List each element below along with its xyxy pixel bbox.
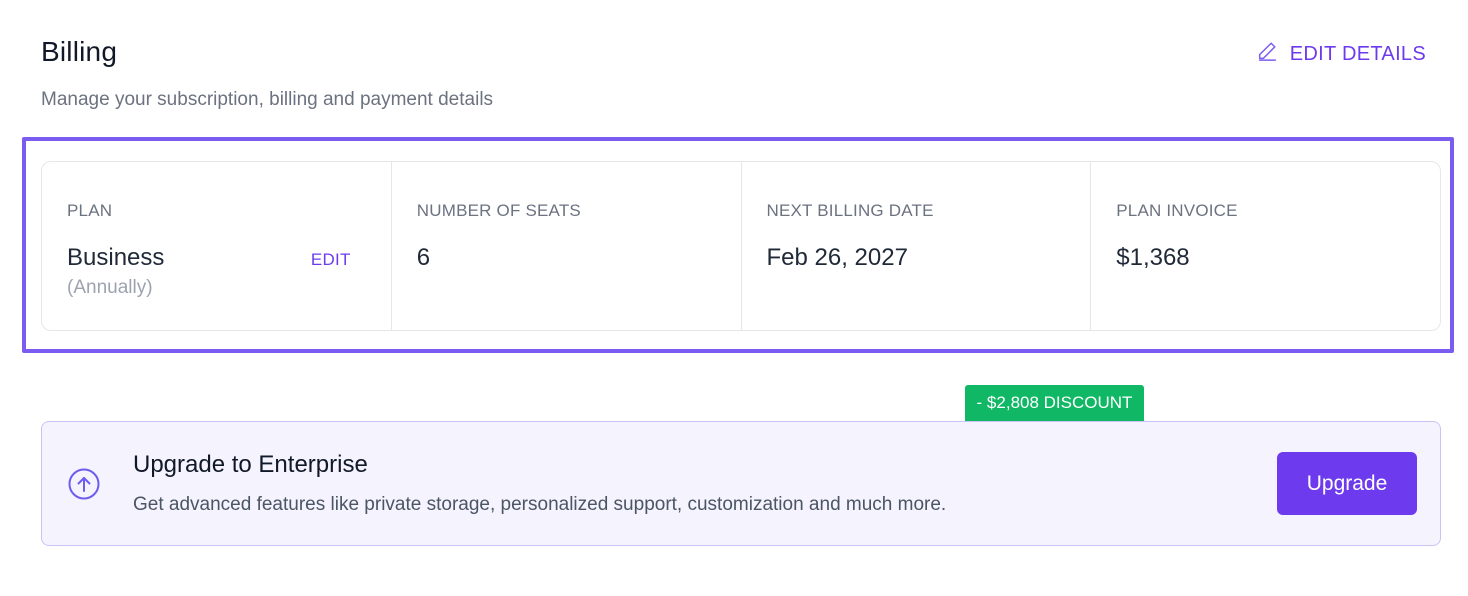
stat-next-billing-date: NEXT BILLING DATE Feb 26, 2027	[742, 162, 1092, 330]
upgrade-description: Get advanced features like private stora…	[133, 494, 947, 515]
page-subtitle: Manage your subscription, billing and pa…	[41, 89, 494, 110]
stat-value: $1,368	[1116, 244, 1190, 271]
upgrade-banner: Upgrade to Enterprise Get advanced featu…	[41, 421, 1441, 546]
pencil-icon	[1256, 40, 1278, 68]
edit-details-button[interactable]: EDIT DETAILS	[1256, 40, 1426, 68]
plan-stats-card: PLAN Business (Annually) EDIT NUMBER OF …	[41, 161, 1441, 331]
stat-label: NUMBER OF SEATS	[416, 201, 581, 220]
stat-label: PLAN	[67, 201, 113, 220]
edit-details-label: EDIT DETAILS	[1289, 42, 1426, 65]
billing-header: Billing	[41, 36, 117, 68]
stat-label: NEXT BILLING DATE	[766, 201, 934, 220]
stat-plan-invoice: PLAN INVOICE $1,368	[1091, 162, 1440, 330]
upgrade-button[interactable]: Upgrade	[1277, 452, 1417, 515]
arrow-up-circle-icon	[68, 468, 100, 500]
page-title: Billing	[41, 36, 118, 67]
stat-value: Business	[67, 244, 165, 271]
stat-plan: PLAN Business (Annually) EDIT	[42, 162, 392, 330]
plan-billing-cycle: (Annually)	[67, 277, 153, 298]
stat-seats: NUMBER OF SEATS 6	[392, 162, 742, 330]
stat-value: 6	[416, 244, 431, 271]
discount-badge: - $2,808 DISCOUNT	[965, 385, 1144, 421]
upgrade-title: Upgrade to Enterprise	[133, 451, 368, 478]
stat-label: PLAN INVOICE	[1116, 201, 1238, 220]
stat-value: Feb 26, 2027	[766, 244, 908, 271]
edit-plan-link[interactable]: EDIT	[311, 250, 351, 270]
